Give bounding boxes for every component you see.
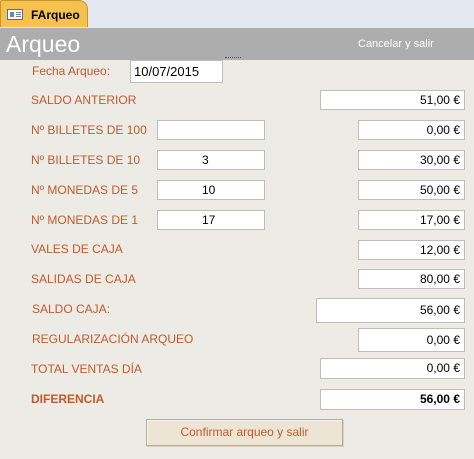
vales-caja-field[interactable]: 12,00 € (358, 240, 465, 260)
monedas-5-total-field[interactable]: 50,00 € (358, 180, 465, 200)
form-title: Arqueo (6, 31, 81, 57)
tab-label: FArqueo (31, 8, 80, 22)
billetes-100-qty-field[interactable] (157, 120, 265, 140)
fecha-arqueo-field[interactable]: 10/07/2015 (130, 60, 223, 83)
regularizacion-arqueo-field[interactable]: 0,00 € (358, 328, 465, 352)
monedas-1-qty-field[interactable]: 17 (157, 210, 265, 230)
diferencia-label: DIFERENCIA (31, 392, 105, 406)
saldo-anterior-label: SALDO ANTERIOR (31, 93, 137, 107)
cancel-and-exit-button[interactable]: Cancelar y salir (358, 38, 434, 50)
regularizacion-arqueo-label: REGULARIZACIÓN ARQUEO (32, 332, 194, 346)
salidas-caja-field[interactable]: 80,00 € (358, 269, 465, 289)
diferencia-field[interactable]: 56,00 € (320, 389, 465, 410)
billetes-100-label: Nº BILLETES DE 100 (31, 123, 147, 137)
billetes-100-total-field[interactable]: 0,00 € (358, 120, 465, 140)
confirm-arqueo-button[interactable]: Confirmar arqueo y salir (146, 419, 343, 446)
form-header: Arqueo Cancelar y salir (0, 28, 474, 60)
saldo-caja-field[interactable]: 56,00 € (316, 298, 465, 323)
vales-caja-label: VALES DE CAJA (31, 242, 123, 256)
tab-farqueo[interactable]: FArqueo (0, 0, 88, 27)
saldo-anterior-field[interactable]: 51,00 € (320, 90, 465, 110)
billetes-10-qty-field[interactable]: 3 (157, 150, 265, 170)
billetes-10-label: Nº BILLETES DE 10 (31, 153, 141, 167)
total-ventas-dia-label: TOTAL VENTAS DÍA (31, 362, 142, 376)
form-icon (7, 9, 23, 20)
document-tab-strip: FArqueo (0, 0, 474, 29)
billetes-10-total-field[interactable]: 30,00 € (358, 150, 465, 170)
header-divider (225, 57, 241, 59)
total-ventas-dia-field[interactable]: 0,00 € (320, 358, 465, 379)
saldo-caja-label: SALDO CAJA: (32, 302, 111, 316)
monedas-1-label: Nº MONEDAS DE 1 (31, 213, 139, 227)
fecha-arqueo-label: Fecha Arqueo: (32, 64, 111, 78)
monedas-5-label: Nº MONEDAS DE 5 (31, 183, 139, 197)
salidas-caja-label: SALIDAS DE CAJA (31, 272, 136, 286)
monedas-1-total-field[interactable]: 17,00 € (358, 210, 465, 230)
monedas-5-qty-field[interactable]: 10 (157, 180, 265, 200)
